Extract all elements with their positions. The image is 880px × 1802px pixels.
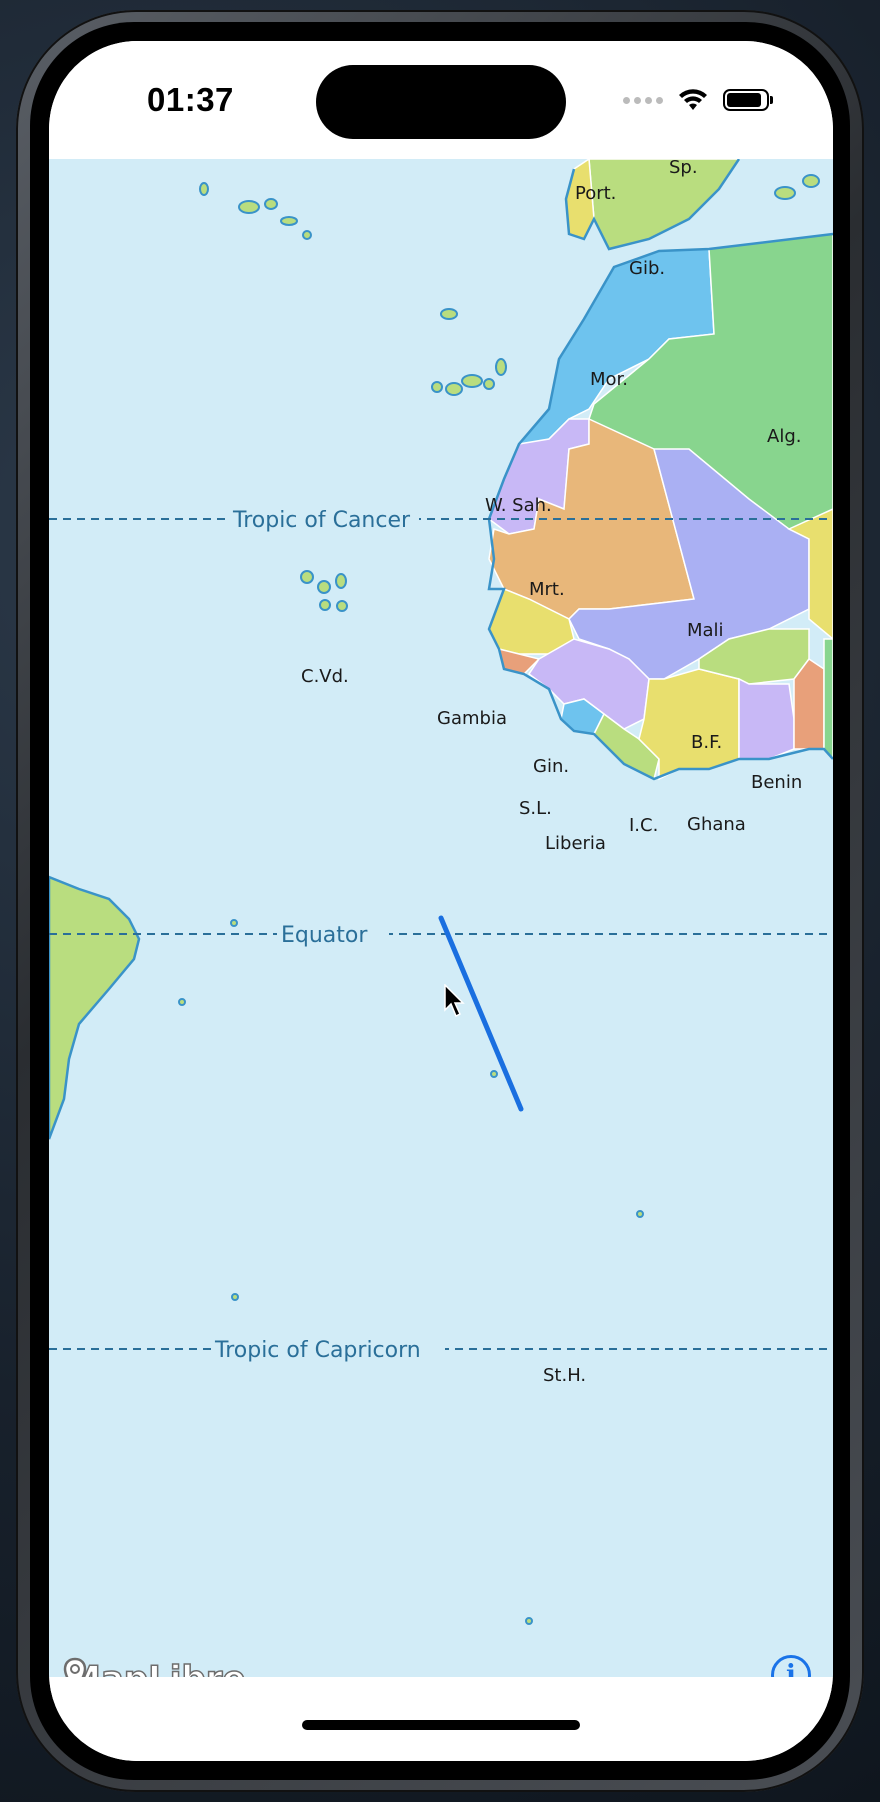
land-nigeria: [823, 638, 833, 761]
label-cape-verde: C.Vd.: [301, 666, 349, 687]
tropic-of-capricorn-label: Tropic of Capricorn: [214, 1338, 421, 1363]
maplibre-logo-text: MapLibre: [66, 1658, 246, 1677]
label-portugal: Port.: [575, 183, 616, 204]
dynamic-island: [316, 65, 566, 139]
label-western-sahara: W. Sah.: [485, 495, 552, 516]
maplibre-logo[interactable]: MapLibre: [63, 1657, 246, 1677]
label-benin: Benin: [751, 772, 802, 793]
mouse-cursor-icon: [444, 983, 466, 1023]
label-mali: Mali: [687, 620, 724, 641]
battery-icon: [723, 89, 773, 111]
label-ghana: Ghana: [687, 814, 746, 835]
tropic-of-cancer-label: Tropic of Cancer: [232, 508, 411, 533]
map-canvas[interactable]: Tropic of Cancer Equator Tropic of Capri…: [49, 159, 833, 1677]
label-gambia: Gambia: [437, 708, 507, 729]
label-sierra-leone: S.L.: [519, 798, 552, 819]
label-morocco: Mor.: [590, 369, 628, 390]
label-guinea: Gin.: [533, 756, 569, 777]
status-bar: 01:37: [49, 41, 833, 159]
land-south-america: [49, 875, 141, 1140]
label-ivory-coast: I.C.: [629, 815, 658, 836]
label-mauritania: Mrt.: [529, 579, 565, 600]
label-saint-helena: St.H.: [543, 1365, 586, 1386]
land-benin: [793, 657, 825, 750]
map-view[interactable]: Tropic of Cancer Equator Tropic of Capri…: [49, 159, 833, 1677]
status-icons: [623, 85, 773, 115]
wifi-icon: [677, 88, 709, 112]
status-time: 01:37: [147, 81, 234, 118]
label-burkina-faso: B.F.: [691, 732, 722, 753]
label-spain: Sp.: [669, 159, 698, 178]
home-indicator[interactable]: [302, 1720, 580, 1730]
phone-screen: 01:37 Tropic of Cancer Equator Tropic of…: [49, 41, 833, 1761]
label-liberia: Liberia: [545, 833, 606, 854]
equator-label: Equator: [281, 923, 368, 948]
cellular-signal-icon: [623, 96, 663, 104]
label-algeria: Alg.: [767, 426, 801, 447]
land-ghana: [738, 677, 795, 760]
land-spain: [588, 159, 740, 250]
label-gibraltar: Gib.: [629, 258, 665, 279]
bottom-safe-area: [49, 1677, 833, 1761]
